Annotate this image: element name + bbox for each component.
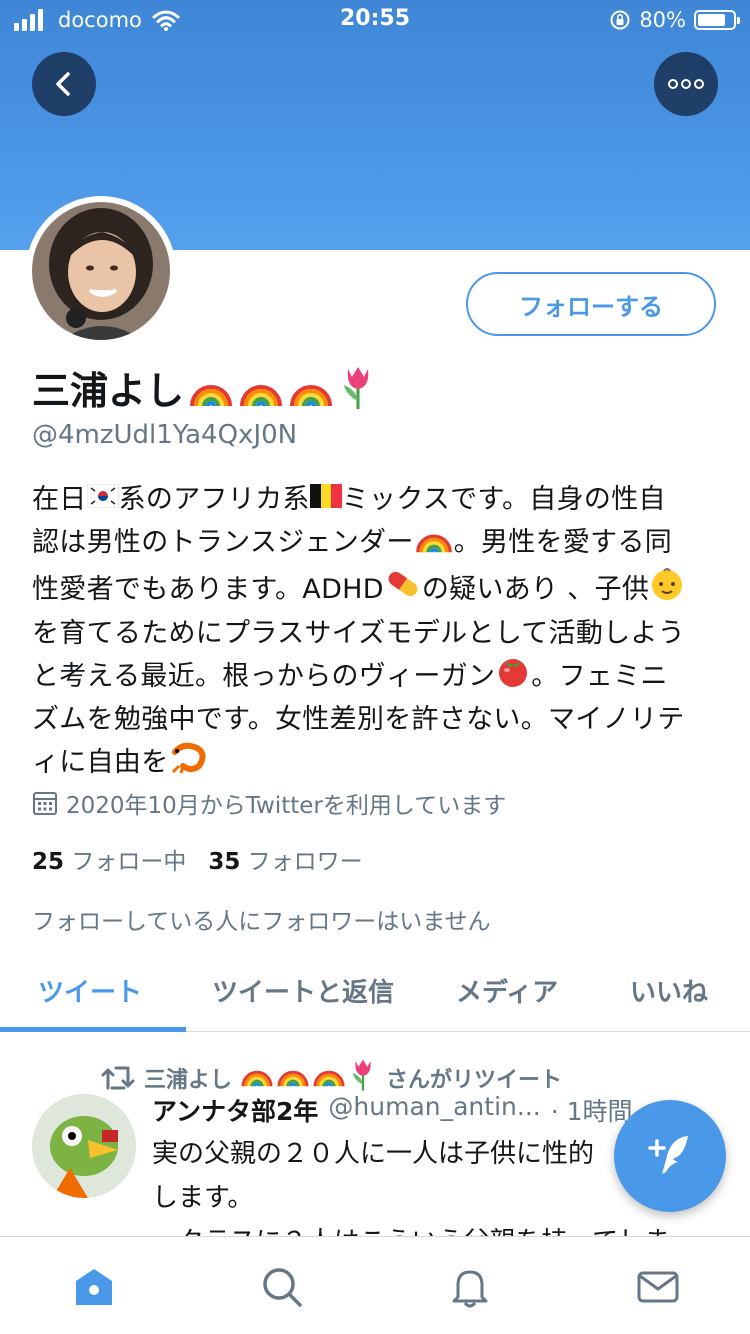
more-dots-icon — [668, 79, 704, 89]
avatar-photo — [32, 202, 170, 340]
bio-text: 認は男性のトランスジェンダー — [32, 527, 414, 558]
tab-tweets-replies[interactable]: ツイートと返信 — [212, 972, 394, 1009]
flag-kr-icon — [86, 480, 120, 520]
bio-text: ミックスです。自身の性自 — [341, 484, 666, 515]
flag-be-icon — [309, 480, 342, 520]
bio-line: ィに自由を — [32, 740, 722, 786]
tweet-time: · 1時間 — [550, 1097, 633, 1126]
rainbow-icon — [290, 384, 333, 406]
retweet-suffix: さんがリツイート — [386, 1068, 563, 1093]
home-icon — [76, 1269, 112, 1305]
rainbow-icon — [190, 384, 233, 406]
back-button[interactable] — [32, 52, 96, 116]
bio-text: の疑いあり 、子供 — [421, 574, 650, 605]
bio-line: ズムを勉強中です。女性差別を許さない。マイノリテ — [32, 700, 722, 740]
bio-text: ィに自由を — [32, 747, 169, 778]
following-link[interactable]: 25 フォロー中 — [32, 842, 186, 876]
mutual-followers-note: フォローしている人にフォロワーはいません — [32, 909, 491, 935]
rainbow-icon — [240, 384, 283, 406]
following-label: フォロー中 — [71, 849, 187, 875]
more-options-button[interactable] — [654, 52, 718, 116]
tab-tweets[interactable]: ツイート — [38, 972, 142, 1009]
bio-line: と考える最近。根っからのヴィーガン 。フェミニ — [32, 654, 722, 700]
bio-text: 性愛者でもあります。ADHD — [32, 574, 384, 605]
rainbow-icon — [414, 520, 454, 566]
retweeter-name[interactable]: 三浦よし — [144, 1062, 232, 1094]
joined-text: 2020年10月からTwitterを利用しています — [66, 793, 507, 819]
active-tab-indicator — [0, 1027, 186, 1032]
tweet-author-handle[interactable]: @human_antin... — [328, 1092, 540, 1128]
bio-line: を育てるためにプラスサイズモデルとして活動しよう — [32, 614, 722, 654]
status-bar: docomo 20:55 80% — [0, 0, 750, 40]
following-count: 25 — [32, 849, 65, 875]
bio-line: 性愛者でもあります。ADHD の疑いあり 、子供 — [32, 566, 722, 614]
tomato-icon — [495, 654, 531, 700]
search-icon — [263, 1268, 302, 1307]
profile-avatar[interactable] — [26, 196, 176, 346]
bio-line: 認は男性のトランスジェンダー 。男性を愛する同 — [32, 520, 722, 566]
joined-date: 2020年10月からTwitterを利用しています — [32, 786, 506, 820]
tab-media[interactable]: メディア — [456, 972, 558, 1009]
bio-text: 。フェミニ — [531, 661, 668, 692]
follow-counts: 25 フォロー中 35 フォロワー — [32, 842, 363, 876]
battery-fill — [698, 14, 726, 26]
display-name-text: 三浦よし — [32, 369, 185, 413]
followers-link[interactable]: 35 フォロワー — [208, 842, 362, 876]
nav-home[interactable] — [72, 1265, 116, 1309]
bio-text: と考える最近。根っからのヴィーガン — [32, 661, 496, 692]
followers-count: 35 — [208, 849, 241, 875]
chevron-left-icon — [56, 72, 70, 96]
bio-text: 。男性を愛する同 — [453, 527, 673, 558]
nav-notifications[interactable] — [448, 1265, 492, 1309]
compose-feather-icon — [648, 1136, 688, 1174]
status-right: 80% — [609, 8, 740, 32]
bio-line: 在日 系のアフリカ系 ミックスです。自身の性自 — [32, 480, 722, 520]
calendar-icon — [33, 792, 57, 815]
orientation-lock-icon — [610, 10, 630, 30]
messages-icon — [637, 1271, 679, 1303]
bio-text: を育てるためにプラスサイズモデルとして活動しよう — [32, 618, 686, 649]
tulip-icon — [344, 366, 369, 409]
bio-text: 在日 — [32, 484, 87, 515]
shrimp-icon — [169, 740, 209, 786]
tweet-author-name[interactable]: アンナタ部2年 — [152, 1092, 318, 1128]
display-name: 三浦よし — [32, 360, 378, 415]
tab-likes[interactable]: いいね — [630, 972, 708, 1009]
profile-tabs: ツイート ツイートと返信 メディア いいね — [0, 950, 750, 1032]
notifications-icon — [452, 1270, 488, 1308]
battery-percent: 80% — [639, 8, 686, 32]
bottom-tab-bar — [0, 1236, 750, 1334]
bio-text: 系のアフリカ系 — [118, 484, 310, 515]
tweet-author-avatar[interactable] — [32, 1094, 136, 1198]
battery-icon — [694, 10, 740, 30]
pill-icon — [384, 567, 422, 613]
nav-search[interactable] — [260, 1265, 304, 1309]
followers-label: フォロワー — [247, 849, 363, 875]
nav-messages[interactable] — [636, 1265, 680, 1309]
baby-icon — [649, 566, 685, 614]
bio-text: ズムを勉強中です。女性差別を許さない。マイノリテ — [32, 704, 685, 735]
follow-button[interactable]: フォローする — [466, 272, 716, 336]
profile-bio: 在日 系のアフリカ系 ミックスです。自身の性自認は男性のトランスジェンダー 。男性を愛… — [32, 480, 722, 786]
user-handle: @4mzUdl1Ya4QxJ0N — [32, 420, 298, 450]
retweet-icon — [101, 1066, 135, 1090]
compose-tweet-button[interactable] — [614, 1100, 726, 1212]
